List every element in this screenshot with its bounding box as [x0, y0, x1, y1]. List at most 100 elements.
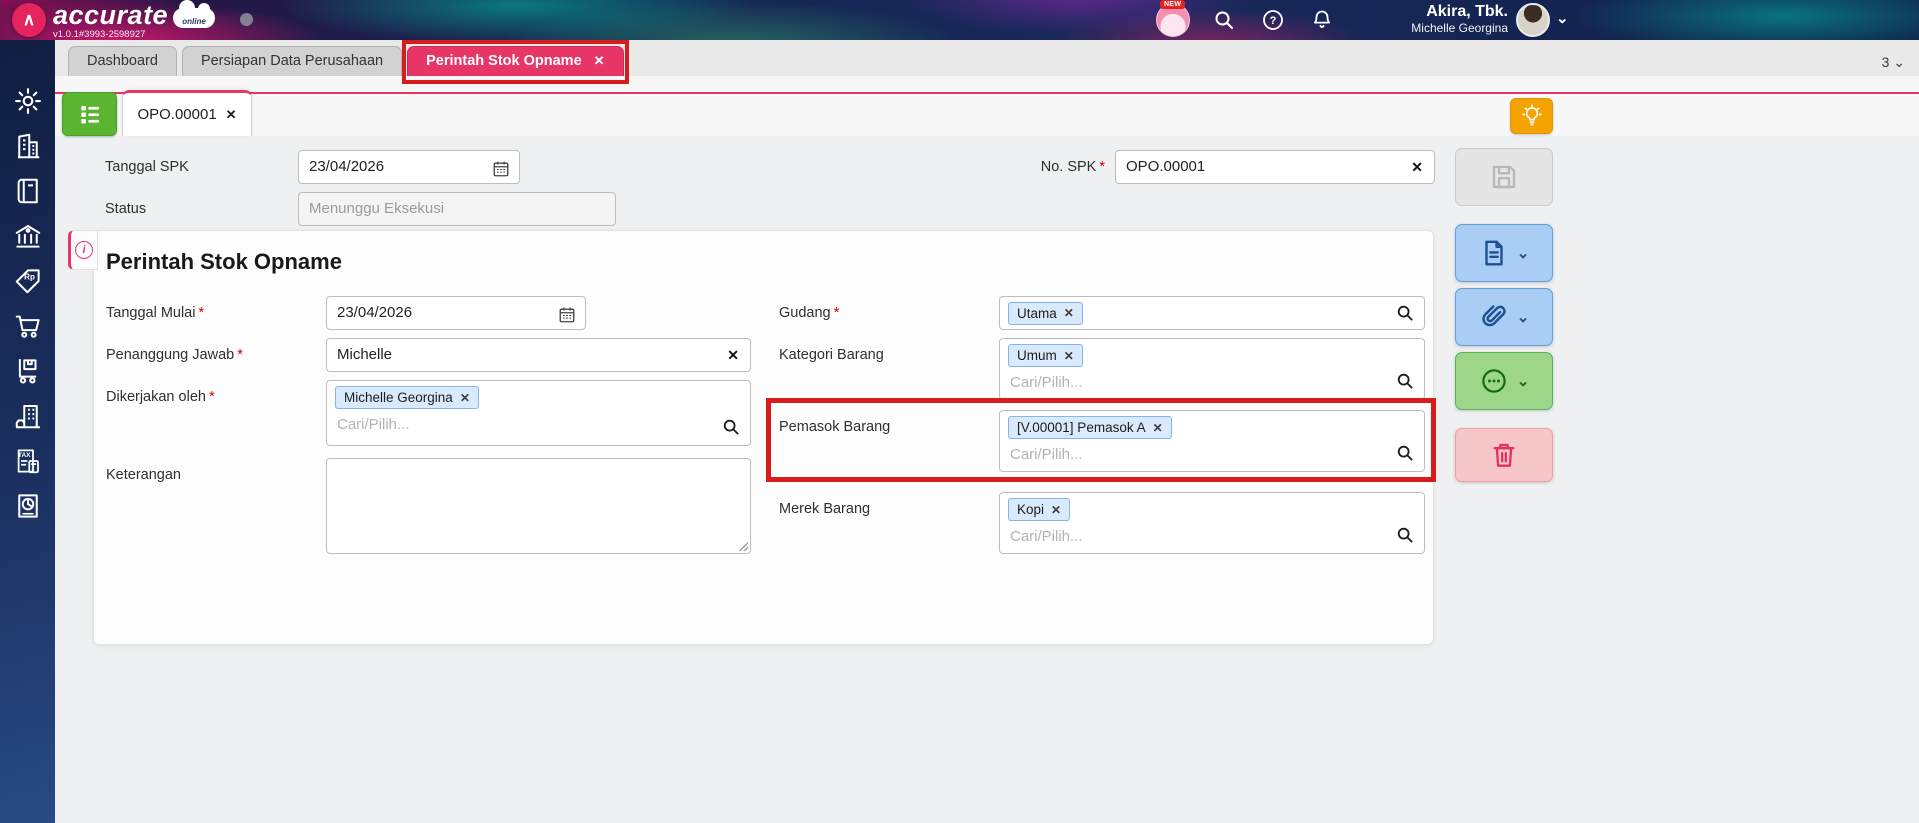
- keterangan-textarea[interactable]: [326, 458, 751, 554]
- search-icon[interactable]: [1396, 304, 1414, 322]
- info-side-tab[interactable]: i: [68, 230, 98, 270]
- left-sidebar: Rp TAX: [0, 40, 55, 823]
- sidebar-item-reports[interactable]: [13, 491, 43, 521]
- svg-text:Rp: Rp: [24, 273, 35, 282]
- help-icon[interactable]: ?: [1261, 8, 1285, 32]
- user-avatar[interactable]: [1516, 3, 1550, 37]
- sidebar-item-settings[interactable]: [13, 86, 43, 116]
- search-icon[interactable]: [1396, 526, 1414, 544]
- tips-bulb-button[interactable]: [1510, 98, 1553, 134]
- tab-perintah-stok-opname[interactable]: Perintah Stok Opname ✕: [402, 40, 629, 84]
- selected-tag[interactable]: Michelle Georgina ✕: [335, 386, 479, 409]
- delete-button[interactable]: [1455, 428, 1553, 482]
- remove-tag-icon[interactable]: ✕: [1064, 306, 1074, 320]
- tanggal-mulai-label: Tanggal Mulai *: [106, 305, 205, 321]
- cloud-online-icon: online: [173, 0, 215, 28]
- selected-tag[interactable]: Umum ✕: [1008, 344, 1083, 367]
- remove-tag-icon[interactable]: ✕: [460, 391, 470, 405]
- tab-dashboard[interactable]: Dashboard: [68, 46, 177, 76]
- remove-tag-icon[interactable]: ✕: [1064, 349, 1074, 363]
- tag-label: Umum: [1017, 348, 1057, 363]
- no-spk-value: OPO.00001: [1126, 158, 1206, 175]
- document-tab-strip: [55, 76, 1919, 136]
- document-actions-button[interactable]: ⌄: [1455, 224, 1553, 282]
- status-label: Status: [105, 201, 147, 217]
- clear-penanggung-jawab-icon[interactable]: ✕: [727, 339, 739, 371]
- search-placeholder: Cari/Pilih...: [337, 416, 410, 433]
- sidebar-item-taxes[interactable]: TAX: [13, 446, 43, 476]
- assistant-avatar[interactable]: NEW: [1156, 0, 1190, 37]
- subtab-opo-00001[interactable]: OPO.00001 ✕: [122, 90, 252, 136]
- remove-tag-icon[interactable]: ✕: [1051, 503, 1061, 517]
- search-placeholder: Cari/Pilih...: [1010, 528, 1083, 545]
- tab-overflow-dropdown[interactable]: 3 ⌄: [1874, 52, 1913, 73]
- penanggung-jawab-input[interactable]: Michelle ✕: [326, 338, 751, 372]
- gudang-select[interactable]: Utama ✕: [999, 296, 1425, 330]
- selected-tag[interactable]: Kopi ✕: [1008, 498, 1071, 521]
- close-subtab-icon[interactable]: ✕: [226, 107, 237, 123]
- kategori-barang-select[interactable]: Umum ✕ Cari/Pilih...: [999, 338, 1425, 400]
- close-tab-icon[interactable]: ✕: [594, 53, 605, 68]
- dikerjakan-oleh-select[interactable]: Michelle Georgina ✕ Cari/Pilih...: [326, 380, 751, 446]
- tanggal-mulai-input[interactable]: 23/04/2026: [326, 296, 586, 330]
- search-icon[interactable]: [1212, 8, 1236, 32]
- sidebar-item-ledger[interactable]: [13, 176, 43, 206]
- selected-tag[interactable]: Utama ✕: [1008, 301, 1083, 325]
- active-tab-underline: [55, 92, 1919, 94]
- resize-grip[interactable]: [737, 540, 748, 551]
- save-button[interactable]: [1455, 148, 1553, 206]
- accurate-logo-icon[interactable]: ∧: [12, 3, 46, 37]
- chevron-down-icon: ⌄: [1516, 245, 1530, 262]
- clear-no-spk-icon[interactable]: ✕: [1411, 151, 1423, 183]
- chevron-down-icon: ⌄: [1893, 54, 1905, 70]
- sidebar-item-purchases[interactable]: [13, 311, 43, 341]
- pemasok-barang-select[interactable]: [V.00001] Pemasok A ✕ Cari/Pilih...: [999, 410, 1425, 472]
- status-value: Menunggu Eksekusi: [309, 200, 445, 217]
- sidebar-item-company[interactable]: [13, 131, 43, 161]
- account-info[interactable]: Akira, Tbk. Michelle Georgina: [1330, 3, 1508, 35]
- more-actions-button[interactable]: ⌄: [1455, 352, 1553, 410]
- selected-tag[interactable]: [V.00001] Pemasok A ✕: [1008, 416, 1172, 439]
- tab-label: Dashboard: [87, 53, 158, 69]
- sidebar-item-assets[interactable]: [13, 401, 43, 431]
- tab-label: Perintah Stok Opname: [426, 53, 582, 69]
- chevron-down-icon: ⌄: [1516, 373, 1530, 390]
- perintah-stok-opname-panel: Perintah Stok Opname Tanggal Mulai * 23/0…: [93, 230, 1436, 645]
- no-spk-label: No. SPK *: [1040, 159, 1105, 175]
- app-window: ∧ accurate online v1.0.1#3993-2598927 NE…: [0, 0, 1919, 823]
- attachments-button[interactable]: ⌄: [1455, 288, 1553, 346]
- new-badge: NEW: [1160, 0, 1186, 9]
- gudang-label: Gudang *: [779, 305, 840, 321]
- svg-text:TAX: TAX: [18, 452, 31, 459]
- merek-barang-select[interactable]: Kopi ✕ Cari/Pilih...: [999, 492, 1425, 554]
- penanggung-jawab-value: Michelle: [337, 346, 393, 363]
- search-placeholder: Cari/Pilih...: [1010, 446, 1083, 463]
- account-chevron-icon[interactable]: ⌄: [1556, 9, 1569, 27]
- tag-label: Utama: [1017, 305, 1057, 321]
- tag-label: Michelle Georgina: [344, 390, 453, 405]
- calendar-icon[interactable]: [558, 304, 576, 323]
- kategori-barang-label: Kategori Barang: [779, 347, 884, 363]
- merek-barang-label: Merek Barang: [779, 501, 871, 517]
- info-icon: i: [75, 241, 93, 259]
- sidebar-item-sales[interactable]: Rp: [13, 266, 43, 296]
- tab-overflow-count: 3: [1881, 54, 1890, 70]
- calendar-icon[interactable]: [492, 158, 510, 177]
- sidebar-item-banking[interactable]: [13, 221, 43, 251]
- list-view-button[interactable]: [62, 92, 117, 136]
- no-spk-input[interactable]: OPO.00001 ✕: [1115, 150, 1435, 184]
- search-icon[interactable]: [722, 418, 740, 436]
- main-tabbar: Dashboard Persiapan Data Perusahaan Peri…: [55, 40, 1919, 84]
- tanggal-spk-value: 23/04/2026: [309, 158, 385, 175]
- tanggal-spk-input[interactable]: 23/04/2026: [298, 150, 520, 184]
- remove-tag-icon[interactable]: ✕: [1153, 421, 1163, 435]
- dikerjakan-oleh-label: Dikerjakan oleh *: [106, 389, 215, 405]
- search-icon[interactable]: [1396, 372, 1414, 390]
- search-placeholder: Cari/Pilih...: [1010, 374, 1083, 391]
- user-name: Michelle Georgina: [1411, 21, 1508, 35]
- sidebar-item-inventory[interactable]: [13, 356, 43, 386]
- tab-persiapan-data-perusahaan[interactable]: Persiapan Data Perusahaan: [181, 46, 403, 76]
- tanggal-mulai-value: 23/04/2026: [337, 304, 413, 321]
- search-icon[interactable]: [1396, 444, 1414, 462]
- status-input: Menunggu Eksekusi: [298, 192, 616, 226]
